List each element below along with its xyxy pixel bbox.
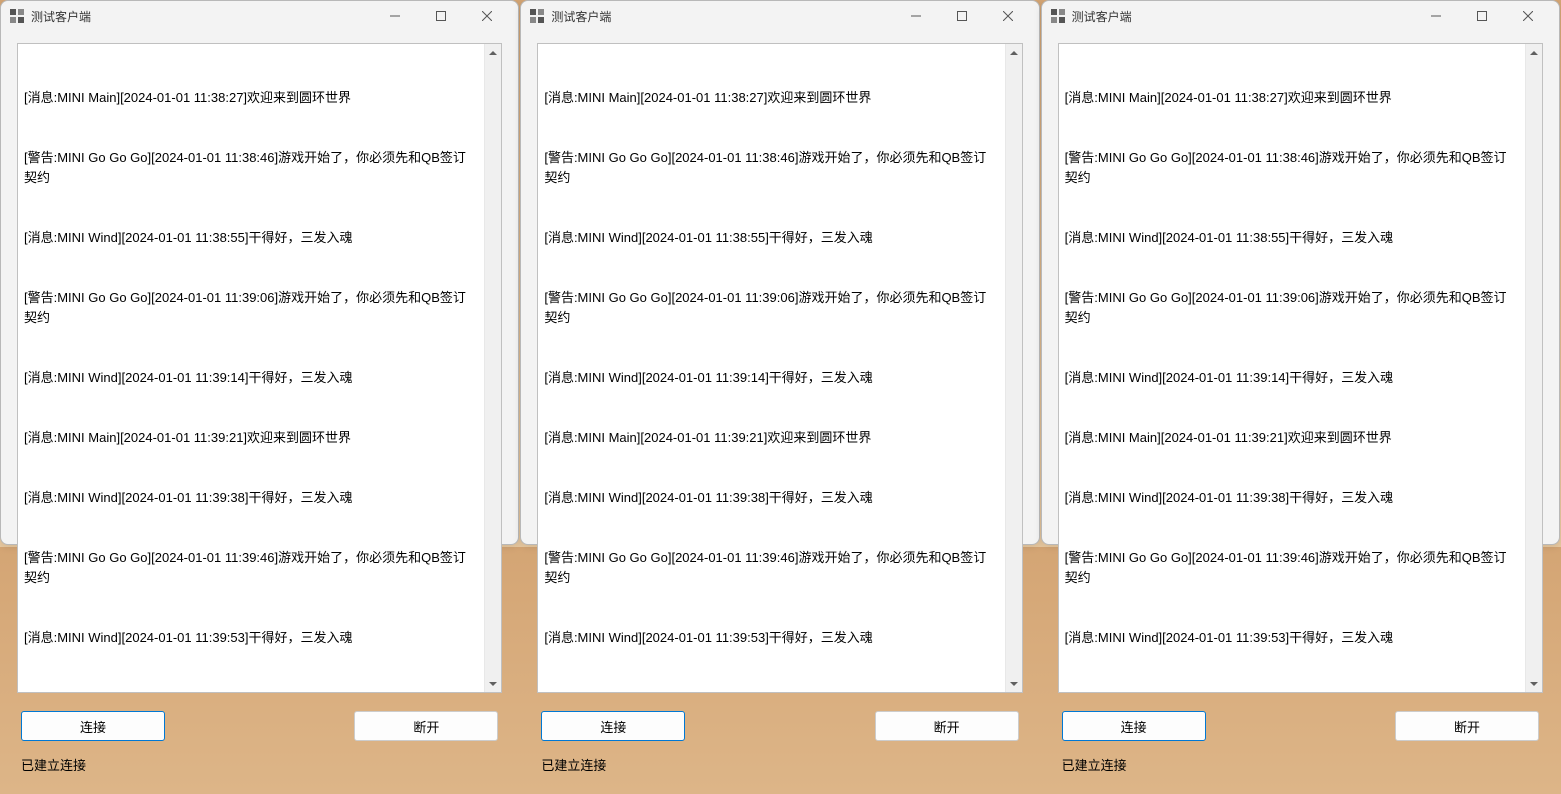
log-line: [消息:MINI Main][2024-01-01 11:39:21]欢迎来到圆… — [544, 428, 998, 448]
vertical-scrollbar[interactable] — [1005, 44, 1022, 692]
vertical-scrollbar[interactable] — [484, 44, 501, 692]
window-title: 测试客户端 — [31, 8, 372, 25]
close-button[interactable] — [1505, 1, 1551, 31]
log-panel: [消息:MINI Main][2024-01-01 11:38:27]欢迎来到圆… — [537, 43, 1022, 693]
log-line: [警告:MINI Go Go Go][2024-01-01 11:38:46]游… — [544, 148, 998, 188]
scroll-track[interactable] — [1006, 61, 1022, 675]
disconnect-button[interactable]: 断开 — [354, 711, 498, 741]
scroll-up-icon[interactable] — [485, 44, 501, 61]
log-text[interactable]: [消息:MINI Main][2024-01-01 11:38:27]欢迎来到圆… — [18, 44, 484, 692]
status-text: 已建立连接 — [537, 749, 1022, 786]
log-line: [消息:MINI Wind][2024-01-01 11:39:14]干得好，三… — [544, 368, 998, 388]
log-line: [警告:MINI Go Go Go][2024-01-01 11:39:46]游… — [1065, 548, 1519, 588]
window-controls — [372, 1, 510, 31]
app-icon — [9, 8, 25, 24]
connect-button[interactable]: 连接 — [21, 711, 165, 741]
app-icon — [529, 8, 545, 24]
log-line: [警告:MINI Go Go Go][2024-01-01 11:39:46]游… — [24, 548, 478, 588]
button-row: 连接 断开 — [17, 693, 502, 749]
log-line: [消息:MINI Wind][2024-01-01 11:38:55]干得好，三… — [1065, 228, 1519, 248]
log-line: [消息:MINI Wind][2024-01-01 11:39:38]干得好，三… — [544, 488, 998, 508]
scroll-down-icon[interactable] — [1006, 675, 1022, 692]
scroll-track[interactable] — [1526, 61, 1542, 675]
log-line: [消息:MINI Wind][2024-01-01 11:39:53]干得好，三… — [24, 628, 478, 648]
app-icon — [1050, 8, 1066, 24]
window-title: 测试客户端 — [1072, 8, 1413, 25]
scroll-down-icon[interactable] — [485, 675, 501, 692]
window-controls — [893, 1, 1031, 31]
titlebar[interactable]: 测试客户端 — [521, 1, 1038, 31]
log-line: [消息:MINI Wind][2024-01-01 11:38:55]干得好，三… — [24, 228, 478, 248]
content-area: [消息:MINI Main][2024-01-01 11:38:27]欢迎来到圆… — [1042, 31, 1559, 794]
log-line: [消息:MINI Main][2024-01-01 11:38:27]欢迎来到圆… — [24, 88, 478, 108]
disconnect-button[interactable]: 断开 — [875, 711, 1019, 741]
log-panel: [消息:MINI Main][2024-01-01 11:38:27]欢迎来到圆… — [17, 43, 502, 693]
scroll-up-icon[interactable] — [1006, 44, 1022, 61]
log-line: [消息:MINI Main][2024-01-01 11:39:21]欢迎来到圆… — [24, 428, 478, 448]
maximize-button[interactable] — [1459, 1, 1505, 31]
client-window-3: 测试客户端 [消息:MINI Main][2024-01-01 11:38:27… — [1041, 0, 1560, 545]
log-line: [消息:MINI Wind][2024-01-01 11:39:38]干得好，三… — [1065, 488, 1519, 508]
log-text[interactable]: [消息:MINI Main][2024-01-01 11:38:27]欢迎来到圆… — [538, 44, 1004, 692]
log-line: [消息:MINI Wind][2024-01-01 11:38:55]干得好，三… — [544, 228, 998, 248]
client-window-2: 测试客户端 [消息:MINI Main][2024-01-01 11:38:27… — [520, 0, 1039, 545]
log-line: [消息:MINI Wind][2024-01-01 11:39:14]干得好，三… — [1065, 368, 1519, 388]
content-area: [消息:MINI Main][2024-01-01 11:38:27]欢迎来到圆… — [521, 31, 1038, 794]
log-text[interactable]: [消息:MINI Main][2024-01-01 11:38:27]欢迎来到圆… — [1059, 44, 1525, 692]
window-title: 测试客户端 — [551, 8, 892, 25]
disconnect-button[interactable]: 断开 — [1395, 711, 1539, 741]
window-controls — [1413, 1, 1551, 31]
minimize-button[interactable] — [372, 1, 418, 31]
status-text: 已建立连接 — [17, 749, 502, 786]
titlebar[interactable]: 测试客户端 — [1042, 1, 1559, 31]
log-line: [消息:MINI Wind][2024-01-01 11:39:38]干得好，三… — [24, 488, 478, 508]
status-text: 已建立连接 — [1058, 749, 1543, 786]
log-panel: [消息:MINI Main][2024-01-01 11:38:27]欢迎来到圆… — [1058, 43, 1543, 693]
scroll-up-icon[interactable] — [1526, 44, 1542, 61]
close-button[interactable] — [985, 1, 1031, 31]
log-line: [警告:MINI Go Go Go][2024-01-01 11:38:46]游… — [1065, 148, 1519, 188]
maximize-button[interactable] — [418, 1, 464, 31]
log-line: [警告:MINI Go Go Go][2024-01-01 11:39:06]游… — [1065, 288, 1519, 328]
connect-button[interactable]: 连接 — [1062, 711, 1206, 741]
button-row: 连接 断开 — [1058, 693, 1543, 749]
connect-button[interactable]: 连接 — [541, 711, 685, 741]
log-line: [警告:MINI Go Go Go][2024-01-01 11:38:46]游… — [24, 148, 478, 188]
log-line: [消息:MINI Wind][2024-01-01 11:39:53]干得好，三… — [544, 628, 998, 648]
log-line: [消息:MINI Wind][2024-01-01 11:39:14]干得好，三… — [24, 368, 478, 388]
scroll-down-icon[interactable] — [1526, 675, 1542, 692]
content-area: [消息:MINI Main][2024-01-01 11:38:27]欢迎来到圆… — [1, 31, 518, 794]
maximize-button[interactable] — [939, 1, 985, 31]
log-line: [消息:MINI Main][2024-01-01 11:38:27]欢迎来到圆… — [544, 88, 998, 108]
log-line: [警告:MINI Go Go Go][2024-01-01 11:39:46]游… — [544, 548, 998, 588]
log-line: [警告:MINI Go Go Go][2024-01-01 11:39:06]游… — [24, 288, 478, 328]
titlebar[interactable]: 测试客户端 — [1, 1, 518, 31]
client-window-1: 测试客户端 [消息:MINI Main][2024-01-01 11:38:27… — [0, 0, 519, 545]
log-line: [消息:MINI Main][2024-01-01 11:38:27]欢迎来到圆… — [1065, 88, 1519, 108]
minimize-button[interactable] — [893, 1, 939, 31]
vertical-scrollbar[interactable] — [1525, 44, 1542, 692]
log-line: [消息:MINI Wind][2024-01-01 11:39:53]干得好，三… — [1065, 628, 1519, 648]
close-button[interactable] — [464, 1, 510, 31]
log-line: [警告:MINI Go Go Go][2024-01-01 11:39:06]游… — [544, 288, 998, 328]
scroll-track[interactable] — [485, 61, 501, 675]
log-line: [消息:MINI Main][2024-01-01 11:39:21]欢迎来到圆… — [1065, 428, 1519, 448]
minimize-button[interactable] — [1413, 1, 1459, 31]
button-row: 连接 断开 — [537, 693, 1022, 749]
